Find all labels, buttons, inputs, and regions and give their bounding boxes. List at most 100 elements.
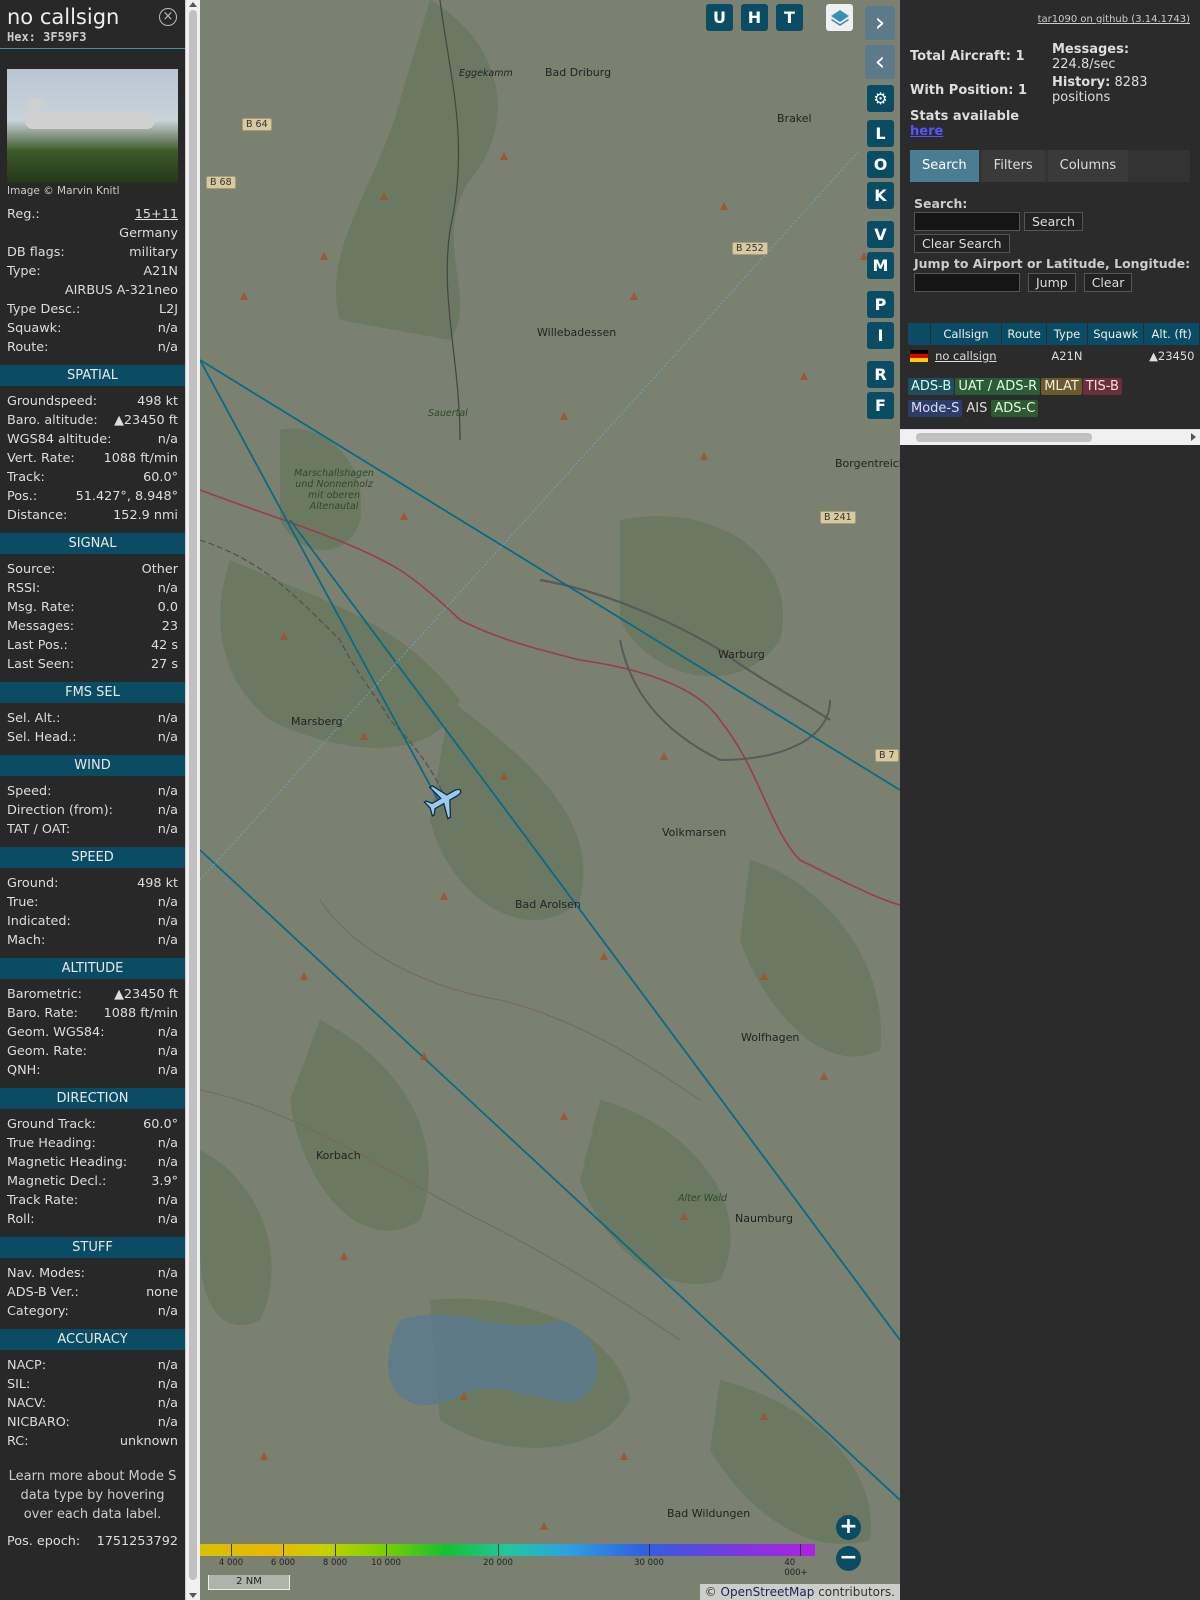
zoom-out-button[interactable]: − [836, 1546, 861, 1571]
info-label[interactable]: Baro. Rate: [7, 1004, 78, 1023]
info-row: Nav. Modes: n/a [0, 1264, 185, 1283]
info-label[interactable]: Track: [7, 468, 45, 487]
info-label[interactable]: Speed: [7, 782, 51, 801]
toggle-h-button[interactable]: H [741, 4, 768, 31]
info-label[interactable]: Last Seen: [7, 655, 74, 674]
zoom-in-button[interactable]: + [836, 1515, 861, 1540]
collapse-sidebar-button[interactable]: › [865, 6, 895, 40]
info-label[interactable]: Source: [7, 560, 55, 579]
layers-button[interactable] [826, 4, 853, 31]
column-header[interactable]: Callsign [930, 323, 1003, 345]
toggle-i-button[interactable]: I [867, 322, 894, 349]
info-label[interactable]: Magnetic Decl.: [7, 1172, 106, 1191]
tab-filters[interactable]: Filters [981, 150, 1045, 182]
toggle-t-button[interactable]: T [776, 4, 803, 31]
detail-label: Reg.: [7, 207, 40, 222]
info-label[interactable]: Pos.: [7, 487, 37, 506]
info-label[interactable]: Baro. altitude: [7, 411, 98, 430]
table-horizontal-scrollbar[interactable] [900, 429, 1200, 445]
section-header-wind: WIND [0, 755, 185, 776]
info-label[interactable]: Category: [7, 1302, 69, 1321]
info-label[interactable]: Direction (from): [7, 801, 113, 820]
scroll-up-arrow-icon[interactable] [189, 2, 197, 7]
info-label[interactable]: Vert. Rate: [7, 449, 75, 468]
tab-search[interactable]: Search [910, 150, 979, 182]
toggle-v-button[interactable]: V [867, 221, 894, 248]
info-label[interactable]: WGS84 altitude: [7, 430, 111, 449]
info-label[interactable]: Sel. Alt.: [7, 709, 60, 728]
table-row[interactable]: no callsign A21N ▲23450 [908, 345, 1200, 366]
toggle-p-button[interactable]: P [867, 291, 894, 318]
column-header[interactable]: Route [1001, 323, 1047, 345]
info-label[interactable]: NICBARO: [7, 1413, 70, 1432]
osm-link[interactable]: OpenStreetMap [721, 1585, 815, 1599]
info-row: SIL: n/a [0, 1375, 185, 1394]
scroll-right-arrow-icon[interactable] [1191, 433, 1196, 441]
tab-columns[interactable]: Columns [1047, 150, 1129, 182]
toggle-r-button[interactable]: R [867, 361, 894, 388]
search-input[interactable] [914, 212, 1020, 231]
info-label[interactable]: Nav. Modes: [7, 1264, 85, 1283]
info-label[interactable]: Mach: [7, 931, 45, 950]
sidebar-scrollbar[interactable] [185, 0, 200, 1600]
pos-epoch-row: Pos. epoch: 1751253792 [0, 1532, 185, 1551]
search-button[interactable]: Search [1023, 212, 1083, 231]
info-label[interactable]: TAT / OAT: [7, 820, 70, 839]
info-label[interactable]: Geom. WGS84: [7, 1023, 105, 1042]
info-label[interactable]: True: [7, 893, 39, 912]
column-header[interactable]: Squawk [1087, 323, 1145, 345]
info-label[interactable]: Track Rate: [7, 1191, 78, 1210]
info-label[interactable]: RSSI: [7, 579, 40, 598]
toggle-o-button[interactable]: O [867, 151, 894, 178]
source-chip: MLAT [1041, 378, 1082, 395]
clear-search-button[interactable]: Clear Search [914, 234, 1010, 253]
info-label[interactable]: Ground: [7, 874, 58, 893]
info-label[interactable]: Groundspeed: [7, 392, 97, 411]
jump-input[interactable] [914, 273, 1020, 292]
info-label[interactable]: ADS-B Ver.: [7, 1283, 79, 1302]
info-label[interactable]: True Heading: [7, 1134, 96, 1153]
jump-button[interactable]: Jump [1027, 273, 1076, 292]
info-label[interactable]: NACP: [7, 1356, 46, 1375]
column-header[interactable]: Alt. (ft) [1143, 323, 1200, 345]
toggle-m-button[interactable]: M [867, 252, 894, 279]
info-label[interactable]: Magnetic Heading: [7, 1153, 127, 1172]
detail-value[interactable]: 15+11 [135, 205, 178, 224]
stats-here-link[interactable]: here [910, 124, 943, 139]
hscroll-thumb[interactable] [916, 433, 1092, 442]
map-view[interactable]: Bad Driburg Brakel Willebadessen Borgent… [200, 0, 900, 1600]
info-label[interactable]: Barometric: [7, 985, 82, 1004]
close-icon[interactable]: × [159, 8, 177, 26]
info-label[interactable]: QNH: [7, 1061, 41, 1080]
info-label[interactable]: RC: [7, 1432, 29, 1451]
column-header[interactable] [908, 323, 931, 345]
info-row: Sel. Alt.: n/a [0, 709, 185, 728]
info-label[interactable]: Msg. Rate: [7, 598, 75, 617]
info-label[interactable]: Last Pos.: [7, 636, 68, 655]
info-label[interactable]: Messages: [7, 617, 74, 636]
info-row: WGS84 altitude: n/a [0, 430, 185, 449]
toggle-l-button[interactable]: L [867, 120, 894, 147]
info-label[interactable]: Indicated: [7, 912, 71, 931]
info-label[interactable]: Roll: [7, 1210, 35, 1229]
previous-button[interactable]: ‹ [865, 45, 895, 79]
github-link[interactable]: tar1090 on github (3.14.1743) [1038, 14, 1190, 25]
info-label[interactable]: SIL: [7, 1375, 30, 1394]
info-label[interactable]: Sel. Head.: [7, 728, 77, 747]
info-label[interactable]: Distance: [7, 506, 67, 525]
scrollbar-thumb[interactable] [189, 10, 197, 1580]
info-label[interactable]: NACV: [7, 1394, 46, 1413]
aircraft-photo[interactable] [7, 69, 178, 183]
toggle-k-button[interactable]: K [867, 182, 894, 209]
clear-button[interactable]: Clear [1083, 273, 1133, 292]
info-label[interactable]: Ground Track: [7, 1115, 96, 1134]
row-callsign[interactable]: no callsign [930, 345, 1002, 366]
scroll-down-arrow-icon[interactable] [189, 1593, 197, 1598]
column-header[interactable]: Type [1046, 323, 1089, 345]
info-label[interactable]: Geom. Rate: [7, 1042, 87, 1061]
toggle-f-button[interactable]: F [867, 392, 894, 419]
settings-button[interactable]: ⚙ [867, 85, 894, 112]
toggle-u-button[interactable]: U [706, 4, 733, 31]
aircraft-marker-icon[interactable] [422, 778, 466, 822]
info-value: n/a [157, 1193, 178, 1208]
